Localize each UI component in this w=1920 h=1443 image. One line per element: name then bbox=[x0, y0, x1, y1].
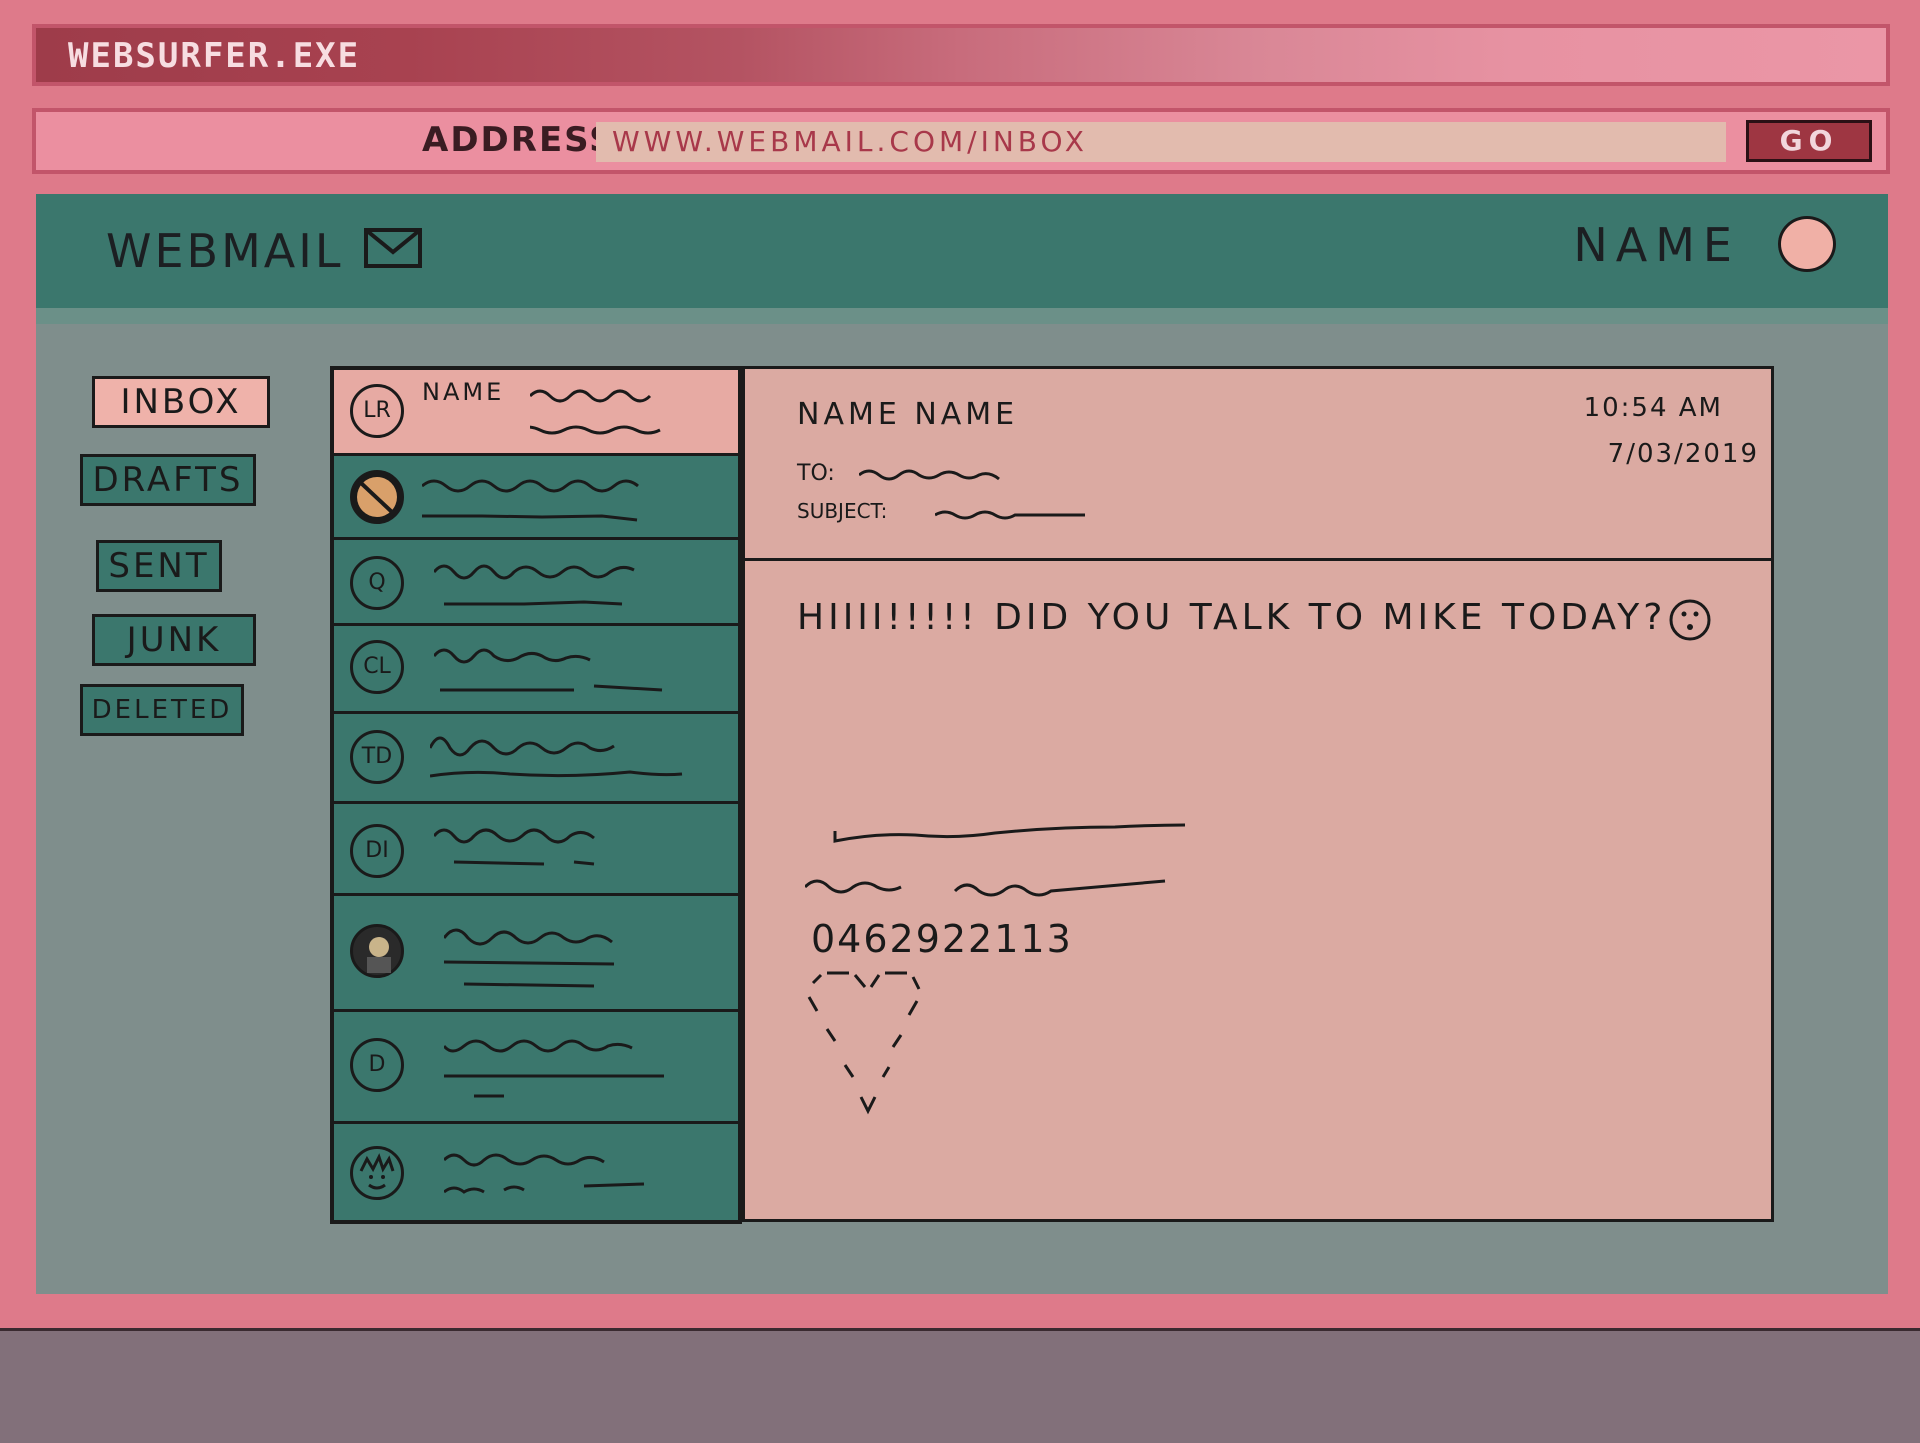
email-header: NAME NAME 10:54 AM 7/03/2019 TO: SUBJECT… bbox=[745, 369, 1771, 561]
sender-avatar: CL bbox=[350, 640, 404, 694]
preview-text bbox=[430, 736, 683, 778]
app-title: WEBMAIL bbox=[106, 224, 344, 278]
to-value bbox=[859, 469, 1000, 481]
subject-label: SUBJECT: bbox=[797, 499, 888, 523]
sender-avatar: TD bbox=[350, 730, 404, 784]
browser-window: WEBSURFER.EXE ADDRESS: WWW.WEBMAIL.COM/I… bbox=[0, 0, 1920, 1328]
window-title: WEBSURFER.EXE bbox=[68, 36, 361, 76]
preview-text bbox=[434, 648, 663, 692]
message-row[interactable] bbox=[334, 896, 738, 1012]
address-bar: ADDRESS: WWW.WEBMAIL.COM/INBOX GO bbox=[32, 108, 1890, 174]
folder-inbox[interactable]: INBOX bbox=[92, 376, 270, 428]
sender-avatar: Q bbox=[350, 556, 404, 610]
smiley-icon bbox=[1669, 599, 1711, 641]
user-name[interactable]: NAME bbox=[1573, 218, 1740, 272]
sender-avatar: LR bbox=[350, 384, 404, 438]
message-row[interactable]: Q bbox=[334, 540, 738, 626]
preview-text bbox=[434, 564, 635, 606]
webmail-app: WEBMAIL NAME INBOX DRAFTS SENT JUNK DELE… bbox=[36, 194, 1888, 1294]
user-avatar[interactable] bbox=[1778, 216, 1836, 272]
email-time: 10:54 AM bbox=[1583, 393, 1723, 423]
folder-drafts[interactable]: DRAFTS bbox=[80, 454, 256, 506]
taskbar bbox=[0, 1328, 1920, 1443]
message-row[interactable]: TD bbox=[334, 714, 738, 804]
message-row[interactable]: DI bbox=[334, 804, 738, 896]
to-label: TO: bbox=[797, 461, 835, 486]
spiky-face-icon bbox=[359, 1153, 395, 1190]
sender-avatar: DI bbox=[350, 824, 404, 878]
app-header: WEBMAIL NAME bbox=[36, 194, 1888, 324]
message-list: LR NAME Q CL TD DI D bbox=[330, 366, 742, 1224]
email-body-text: HIIII!!!!! DID YOU TALK TO MIKE TODAY? bbox=[797, 597, 1667, 638]
address-input[interactable]: WWW.WEBMAIL.COM/INBOX bbox=[596, 122, 1726, 162]
sender-avatar bbox=[350, 1146, 404, 1200]
sender-avatar bbox=[350, 924, 404, 978]
email-from: NAME NAME bbox=[797, 397, 1019, 432]
email-date: 7/03/2019 bbox=[1607, 439, 1759, 469]
message-row[interactable]: D bbox=[334, 1012, 738, 1124]
message-row[interactable]: LR NAME bbox=[334, 370, 738, 456]
signature-scribble bbox=[805, 823, 1186, 897]
preview-text bbox=[422, 479, 639, 522]
message-row[interactable] bbox=[334, 1124, 738, 1220]
message-row[interactable]: CL bbox=[334, 626, 738, 714]
preview-text bbox=[444, 1153, 645, 1194]
message-row[interactable] bbox=[334, 456, 738, 540]
sender-avatar: D bbox=[350, 1038, 404, 1092]
folder-deleted[interactable]: DELETED bbox=[80, 684, 244, 736]
sender-name: NAME bbox=[422, 378, 505, 406]
go-button[interactable]: GO bbox=[1746, 120, 1872, 162]
preview-text bbox=[444, 1039, 664, 1098]
phone-number: 0462922113 bbox=[811, 917, 1073, 961]
preview-text bbox=[444, 928, 615, 988]
folder-junk[interactable]: JUNK bbox=[92, 614, 256, 666]
sender-avatar bbox=[350, 470, 404, 524]
title-bar: WEBSURFER.EXE bbox=[32, 24, 1890, 86]
pizza-icon bbox=[357, 477, 397, 517]
portrait-icon bbox=[367, 937, 391, 973]
reading-pane: NAME NAME 10:54 AM 7/03/2019 TO: SUBJECT… bbox=[742, 366, 1774, 1222]
preview-text bbox=[530, 389, 661, 435]
preview-text bbox=[434, 828, 595, 866]
heart-icon bbox=[807, 971, 921, 1115]
subject-value bbox=[935, 510, 1085, 520]
envelope-icon bbox=[364, 228, 422, 268]
folder-sent[interactable]: SENT bbox=[96, 540, 222, 592]
